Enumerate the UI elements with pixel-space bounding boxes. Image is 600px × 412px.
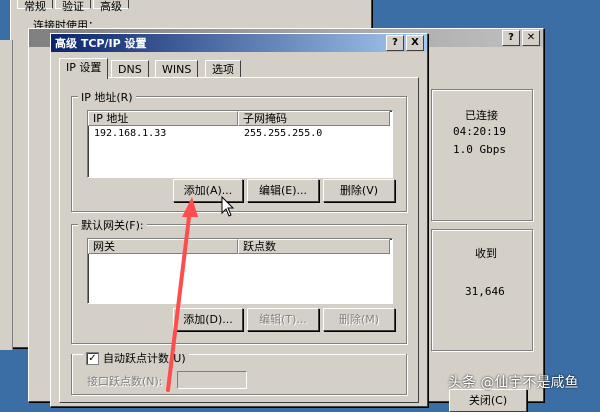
gateway-edit-button[interactable]: 编辑(T)... <box>247 308 319 331</box>
bg-close-button[interactable]: ✕ <box>522 30 540 46</box>
bg-status-connected: 已连接 <box>465 109 498 122</box>
tab-strip: IP 设置 DNS WINS 选项 <box>59 58 419 79</box>
metric-col-header[interactable]: 跃点数 <box>238 239 390 254</box>
ip-group-label: IP 地址(R) <box>78 89 136 105</box>
gateway-delete-button[interactable]: 删除(M) <box>323 308 395 331</box>
mask-value: 255.255.255.0 <box>244 128 323 139</box>
bg-tab-auth[interactable]: 验证 <box>55 0 91 13</box>
bg-tabs: 常规 验证 高级 <box>17 0 129 13</box>
bg-received-value: 31,646 <box>465 285 505 298</box>
list-item[interactable]: 192.168.1.33 255.255.255.0 <box>88 126 392 142</box>
interface-metric-label: 接口跃点数(N): <box>87 375 163 388</box>
bg-tab-advanced[interactable]: 高级 <box>93 0 129 13</box>
tab-ip-settings[interactable]: IP 设置 <box>59 58 109 79</box>
ip-edit-button[interactable]: 编辑(E)... <box>247 179 319 202</box>
tab-options[interactable]: 选项 <box>205 60 241 78</box>
ip-value: 192.168.1.33 <box>94 128 167 139</box>
tab-wins[interactable]: WINS <box>155 60 199 78</box>
bg-received-label: 收到 <box>475 247 497 260</box>
bg-duration: 04:20:19 <box>453 125 506 138</box>
tab-dns[interactable]: DNS <box>111 60 149 78</box>
mask-col-header[interactable]: 子网掩码 <box>238 111 390 126</box>
close-button[interactable]: X <box>406 35 424 51</box>
mouse-cursor-icon <box>221 196 235 217</box>
bg-tab-general[interactable]: 常规 <box>17 0 53 13</box>
help-button[interactable]: ? <box>386 35 404 51</box>
watermark: 头条 @仙宇不是咸鱼 <box>448 375 579 391</box>
bg-close-dialog-button[interactable]: 关闭(C) <box>449 389 527 412</box>
dialog-titlebar: 高级 TCP/IP 设置 ? X <box>51 34 427 52</box>
advanced-tcpip-dialog: 高级 TCP/IP 设置 ? X IP 设置 DNS WINS 选项 IP 地址… <box>50 33 428 407</box>
ip-col-header[interactable]: IP 地址 <box>88 111 238 126</box>
ip-address-list[interactable]: IP 地址 子网掩码 192.168.1.33 255.255.255.0 <box>87 110 393 178</box>
gateway-list[interactable]: 网关 跃点数 <box>87 238 393 304</box>
gateway-group-label: 默认网关(F): <box>78 217 147 233</box>
bg-help-button[interactable]: ? <box>502 30 520 46</box>
dialog-title: 高级 TCP/IP 设置 <box>55 37 147 50</box>
left-window-edge <box>0 40 13 350</box>
ip-delete-button[interactable]: 删除(V) <box>323 179 395 202</box>
red-arrow-icon <box>166 197 198 392</box>
bg-speed: 1.0 Gbps <box>453 143 506 156</box>
auto-metric-checkbox[interactable]: ✓ <box>86 351 99 365</box>
